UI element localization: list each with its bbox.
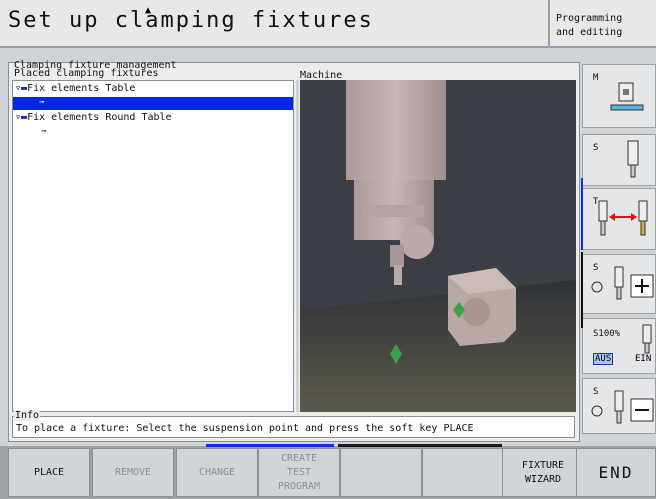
empty-softkey-1[interactable] <box>340 448 422 497</box>
vertical-softkey-bar: M S T S S100% AUS EIN S <box>582 64 656 434</box>
softkey-group-indicator <box>206 444 334 447</box>
mode-line-1: Programming <box>556 13 623 24</box>
tree-item-fix-elements-round-table[interactable]: ▿▬Fix elements Round Table <box>15 112 172 123</box>
page-title: Set up clamping fixtures <box>8 8 374 33</box>
mode-line-2: and editing <box>556 27 623 38</box>
machine-3d-viewport[interactable] <box>300 80 576 412</box>
spindle-on-off-softkey[interactable]: S100% AUS EIN <box>582 318 656 374</box>
s-plus-override-softkey[interactable]: S <box>582 254 656 314</box>
m-function-softkey[interactable]: M <box>582 64 656 128</box>
empty-softkey-2[interactable] <box>422 448 504 497</box>
remove-label: REMOVE <box>114 466 152 478</box>
softkey-s100-label: S100% <box>593 329 621 339</box>
create-label-line-2: TEST <box>286 466 312 478</box>
softkey-level-indicator <box>581 178 583 250</box>
place-label: PLACE <box>33 466 65 478</box>
panel-splitter[interactable] <box>296 80 299 412</box>
spindle-icon <box>627 140 639 178</box>
create-label-line-3: PROGRAM <box>277 480 321 492</box>
softkey-m-label: M <box>593 73 599 83</box>
arrow-right-icon: ➞ <box>39 98 45 108</box>
tool-change-icon <box>598 200 648 236</box>
s-spindle-softkey[interactable]: S <box>582 134 656 186</box>
info-message: To place a fixture: Select the suspensio… <box>16 423 474 434</box>
operating-mode-indicator: Programming and editing <box>548 0 656 48</box>
t-tool-change-softkey[interactable]: T <box>582 188 656 250</box>
place-softkey[interactable]: PLACE <box>8 448 90 497</box>
wizard-label-line-1: FIXTURE <box>521 459 565 471</box>
spindle-speed-plus-icon <box>591 266 654 300</box>
tree-item-label: Fix elements Table <box>27 83 136 94</box>
softkey-level-indicator <box>581 252 583 328</box>
s-minus-override-softkey[interactable]: S <box>582 378 656 434</box>
remove-softkey[interactable]: REMOVE <box>92 448 174 497</box>
spindle-speed-minus-icon <box>591 390 654 424</box>
fixture-wizard-softkey[interactable]: FIXTURE WIZARD <box>502 448 584 497</box>
placed-fixtures-label: Placed clamping fixtures <box>14 68 159 79</box>
create-label-line-1: CREATE <box>280 452 318 464</box>
tree-slot-arrow-icon[interactable]: ➞ <box>41 127 46 137</box>
softkey-group-indicator <box>338 444 502 447</box>
end-label: END <box>598 462 634 482</box>
info-label: Info <box>14 410 41 421</box>
machine-table-icon <box>610 82 644 111</box>
tree-item-fix-elements-table[interactable]: ▿▬Fix elements Table <box>15 83 135 94</box>
end-softkey[interactable]: END <box>576 448 656 497</box>
machine-scene <box>300 80 576 412</box>
spindle-off-label: AUS <box>593 353 614 365</box>
tree-item-selected-slot[interactable]: ➞ <box>13 97 293 110</box>
change-label: CHANGE <box>198 466 236 478</box>
mouse-cursor-icon: ▲ <box>145 5 152 16</box>
spindle-icon <box>642 324 652 354</box>
tree-item-label: Fix elements Round Table <box>27 112 172 123</box>
create-test-program-softkey[interactable]: CREATE TEST PROGRAM <box>258 448 340 497</box>
softkey-s-label: S <box>593 143 599 153</box>
change-softkey[interactable]: CHANGE <box>176 448 258 497</box>
fixture-tree[interactable]: ▿▬Fix elements Table ➞ ▿▬Fix elements Ro… <box>12 80 294 412</box>
wizard-label-line-2: WIZARD <box>524 473 562 485</box>
